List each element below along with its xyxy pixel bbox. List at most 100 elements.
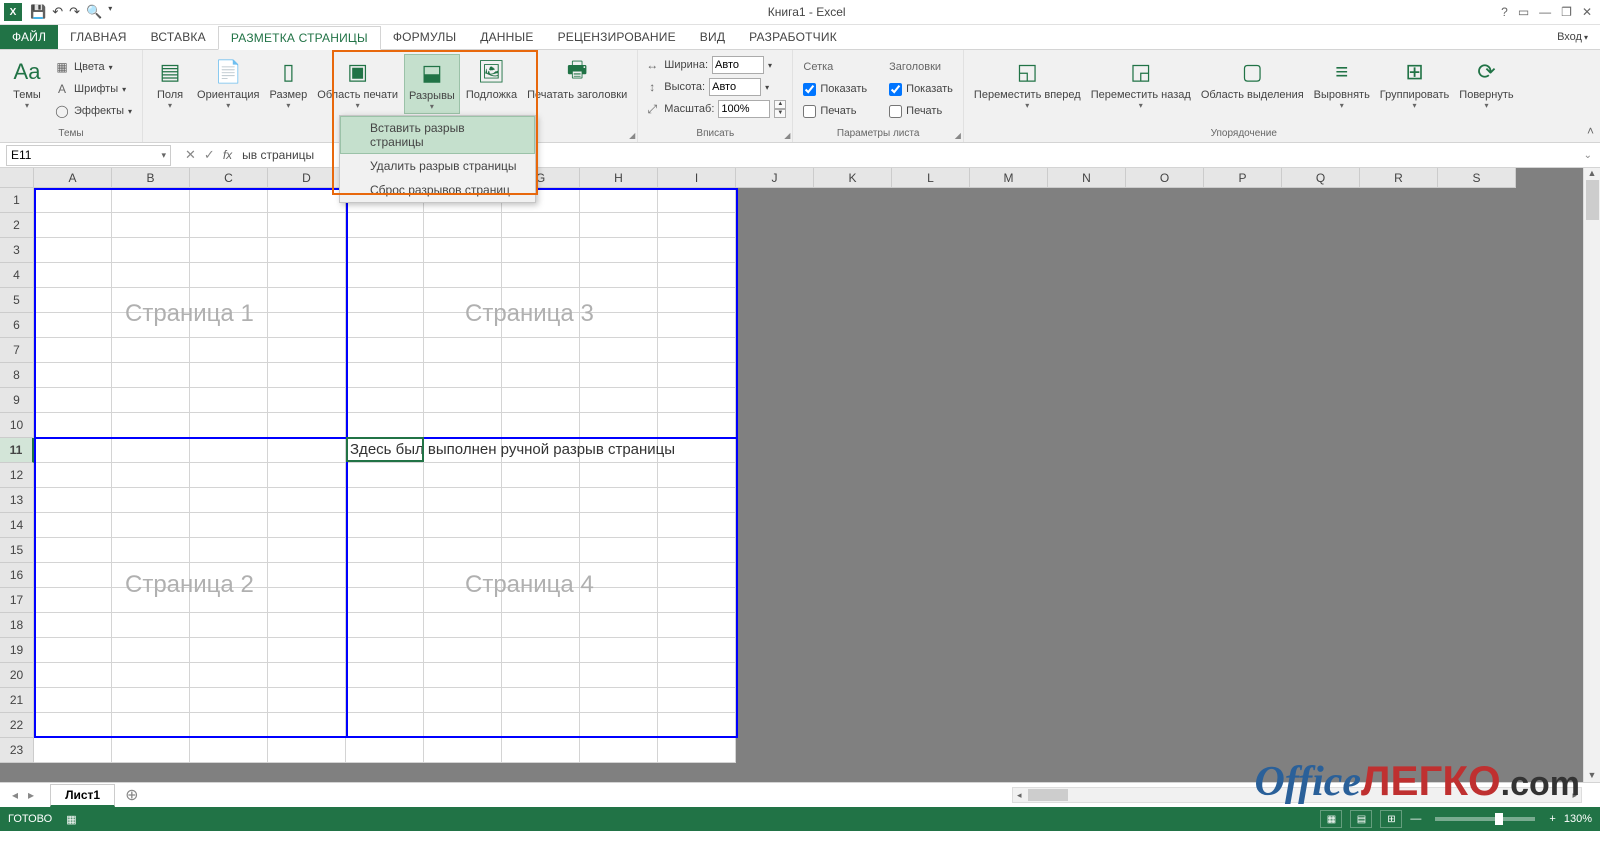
background-button[interactable]: 🖼Подложка — [462, 54, 521, 103]
column-header[interactable]: N — [1048, 168, 1126, 188]
column-header[interactable]: D — [268, 168, 346, 188]
scale-launcher[interactable]: ◢ — [784, 131, 790, 140]
column-header[interactable]: C — [190, 168, 268, 188]
themes-button[interactable]: Aa Темы ▾ — [6, 54, 48, 112]
page-layout-view-button[interactable]: ▤ — [1350, 810, 1372, 828]
zoom-level[interactable]: 130% — [1564, 813, 1592, 825]
zoom-slider[interactable] — [1435, 817, 1535, 821]
row-header[interactable]: 7 — [0, 338, 34, 363]
row-header[interactable]: 22 — [0, 713, 34, 738]
colors-button[interactable]: ▦Цвета▾ — [54, 56, 132, 78]
effects-button[interactable]: ◯Эффекты▾ — [54, 100, 132, 122]
column-header[interactable]: J — [736, 168, 814, 188]
row-header[interactable]: 18 — [0, 613, 34, 638]
redo-icon[interactable]: ↷ — [69, 4, 80, 20]
row-header[interactable]: 23 — [0, 738, 34, 763]
enter-formula-icon[interactable]: ✓ — [204, 147, 215, 163]
cells-grid[interactable] — [34, 188, 736, 763]
restore-icon[interactable]: ❐ — [1561, 5, 1572, 19]
column-header[interactable]: R — [1360, 168, 1438, 188]
help-icon[interactable]: ? — [1501, 5, 1508, 19]
row-header[interactable]: 3 — [0, 238, 34, 263]
tab-formulas[interactable]: ФОРМУЛЫ — [381, 25, 468, 49]
sheet-nav-prev-icon[interactable]: ◂ — [12, 788, 18, 802]
horizontal-scrollbar[interactable]: ◂▸ — [1012, 787, 1582, 803]
column-header[interactable]: B — [112, 168, 190, 188]
column-header[interactable]: M — [970, 168, 1048, 188]
tab-data[interactable]: ДАННЫЕ — [468, 25, 545, 49]
tab-review[interactable]: РЕЦЕНЗИРОВАНИЕ — [546, 25, 688, 49]
row-header[interactable]: 10 — [0, 413, 34, 438]
collapse-ribbon-icon[interactable]: ˄ — [1587, 124, 1594, 138]
row-header[interactable]: 5 — [0, 288, 34, 313]
headings-view-checkbox[interactable] — [889, 83, 902, 96]
sheet-tab[interactable]: Лист1 — [50, 784, 115, 807]
column-header[interactable]: H — [580, 168, 658, 188]
sheet-options-launcher[interactable]: ◢ — [955, 131, 961, 140]
page-break-vertical[interactable] — [346, 188, 348, 738]
row-header[interactable]: 1 — [0, 188, 34, 213]
row-header[interactable]: 21 — [0, 688, 34, 713]
undo-icon[interactable]: ↶ — [52, 4, 63, 20]
row-header[interactable]: 13 — [0, 488, 34, 513]
tab-view[interactable]: ВИД — [688, 25, 737, 49]
tab-home[interactable]: ГЛАВНАЯ — [58, 25, 138, 49]
namebox-dropdown-icon[interactable]: ▾ — [161, 150, 166, 161]
row-header[interactable]: 16 — [0, 563, 34, 588]
page-break-view-button[interactable]: ⊞ — [1380, 810, 1402, 828]
fx-icon[interactable]: fx — [223, 148, 238, 162]
save-icon[interactable]: 💾 — [30, 4, 46, 20]
margins-button[interactable]: ▤Поля▾ — [149, 54, 191, 112]
cancel-formula-icon[interactable]: ✕ — [185, 147, 196, 163]
row-header[interactable]: 4 — [0, 263, 34, 288]
zoom-out-button[interactable]: — — [1410, 813, 1421, 825]
column-header[interactable]: I — [658, 168, 736, 188]
row-header[interactable]: 2 — [0, 213, 34, 238]
minimize-icon[interactable]: — — [1539, 5, 1551, 19]
width-input[interactable] — [712, 56, 764, 74]
vertical-scrollbar[interactable]: ▲ ▼ — [1583, 168, 1600, 782]
login-link[interactable]: Вход ▾ — [1557, 25, 1600, 49]
headings-print-checkbox[interactable] — [889, 105, 902, 118]
tab-insert[interactable]: ВСТАВКА — [139, 25, 218, 49]
sheet-nav-next-icon[interactable]: ▸ — [28, 788, 34, 802]
column-header[interactable]: S — [1438, 168, 1516, 188]
fonts-button[interactable]: AШрифты▾ — [54, 78, 132, 100]
row-header[interactable]: 15 — [0, 538, 34, 563]
column-header[interactable]: Q — [1282, 168, 1360, 188]
row-header[interactable]: 14 — [0, 513, 34, 538]
row-header[interactable]: 8 — [0, 363, 34, 388]
column-header[interactable]: K — [814, 168, 892, 188]
row-header[interactable]: 17 — [0, 588, 34, 613]
row-header[interactable]: 20 — [0, 663, 34, 688]
breaks-button[interactable]: ⬓Разрывы▾ — [404, 54, 460, 114]
insert-page-break-item[interactable]: Вставить разрыв страницы — [340, 116, 535, 154]
touch-mode-icon[interactable]: 🔍 — [86, 4, 102, 20]
zoom-in-button[interactable]: + — [1549, 813, 1555, 825]
height-input[interactable] — [709, 78, 761, 96]
reset-page-breaks-item[interactable]: Сброс разрывов страниц — [340, 178, 535, 202]
add-sheet-button[interactable]: ⊕ — [115, 785, 148, 805]
row-header[interactable]: 11 — [0, 438, 34, 463]
page-break-horizontal[interactable] — [34, 437, 738, 439]
rotate-button[interactable]: ⟳Повернуть▾ — [1455, 54, 1517, 112]
tab-file[interactable]: ФАЙЛ — [0, 25, 58, 49]
bring-forward-button[interactable]: ◱Переместить вперед▾ — [970, 54, 1085, 112]
name-box[interactable]: E11▾ — [6, 145, 171, 166]
gridlines-print-checkbox[interactable] — [803, 105, 816, 118]
selection-pane-button[interactable]: ▢Область выделения — [1197, 54, 1308, 103]
close-icon[interactable]: ✕ — [1582, 5, 1592, 19]
ribbon-options-icon[interactable]: ▭ — [1518, 5, 1529, 19]
select-all-button[interactable] — [0, 168, 34, 188]
macro-record-icon[interactable]: ▦ — [66, 813, 76, 826]
row-header[interactable]: 12 — [0, 463, 34, 488]
column-header[interactable]: P — [1204, 168, 1282, 188]
print-area-button[interactable]: ▣Область печати▾ — [313, 54, 402, 112]
expand-formula-bar-icon[interactable]: ⌄ — [1576, 150, 1600, 161]
size-button[interactable]: ▯Размер▾ — [265, 54, 311, 112]
column-header[interactable]: L — [892, 168, 970, 188]
orientation-button[interactable]: 📄Ориентация▾ — [193, 54, 263, 112]
column-header[interactable]: A — [34, 168, 112, 188]
gridlines-view-checkbox[interactable] — [803, 83, 816, 96]
row-header[interactable]: 6 — [0, 313, 34, 338]
